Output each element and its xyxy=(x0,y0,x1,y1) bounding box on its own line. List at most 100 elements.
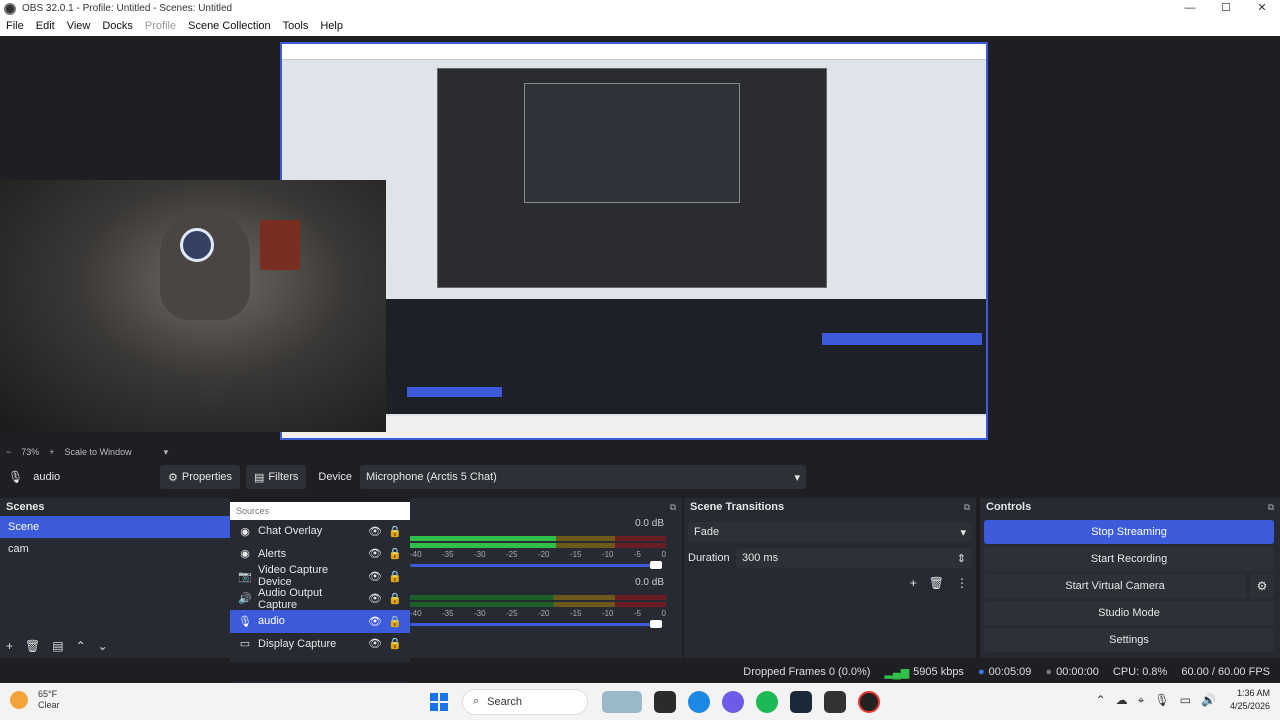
device-select[interactable]: Microphone (Arctis 5 Chat) ▾ xyxy=(360,465,806,489)
wall-poster xyxy=(260,220,300,270)
cloud-icon[interactable]: ☁ xyxy=(1116,693,1128,707)
preview-zoom-bar: − 73% + Scale to Window ▾ xyxy=(0,444,1280,460)
move-scene-up-button[interactable]: ⌃ xyxy=(76,639,86,653)
lock-icon[interactable]: 🔒 xyxy=(388,615,402,628)
menu-tools[interactable]: Tools xyxy=(277,17,315,36)
close-button[interactable]: ✕ xyxy=(1244,0,1280,17)
scene-item[interactable]: Scene xyxy=(0,516,230,538)
zoom-in-button[interactable]: + xyxy=(49,447,54,457)
record-time-status: ● 00:00:00 xyxy=(1045,666,1098,678)
maximize-button[interactable]: ☐ xyxy=(1208,0,1244,17)
microphone-icon[interactable]: 🎙 xyxy=(1154,693,1169,707)
source-item-audio[interactable]: 🎙 audio 👁 🔒 xyxy=(230,610,410,633)
visibility-eye-icon[interactable]: 👁 xyxy=(368,592,382,605)
edge-browser-icon[interactable] xyxy=(688,690,710,713)
add-scene-button[interactable]: + xyxy=(6,639,13,653)
chevron-up-icon[interactable]: ⌃ xyxy=(1096,693,1106,707)
chevron-down-icon[interactable]: ▾ xyxy=(164,447,169,458)
visibility-eye-icon[interactable]: 👁 xyxy=(368,637,382,650)
bitrate-status: ▂▄▆ 5905 kbps xyxy=(884,666,963,679)
scenes-toolbar: + 🗑 ▤ ⌃ ⌄ xyxy=(0,636,120,656)
menu-help[interactable]: Help xyxy=(314,17,349,36)
undock-icon[interactable]: ⧉ xyxy=(1268,502,1274,513)
lock-icon[interactable]: 🔒 xyxy=(388,592,402,605)
add-transition-button[interactable]: + xyxy=(910,576,917,590)
zoom-out-button[interactable]: − xyxy=(6,447,11,457)
move-scene-down-button[interactable]: ⌄ xyxy=(98,639,108,653)
volume-icon[interactable]: 🔊 xyxy=(1201,693,1216,707)
minimize-button[interactable]: — xyxy=(1172,0,1208,17)
file-explorer-icon[interactable] xyxy=(654,690,676,713)
record-time: 00:00:00 xyxy=(1056,666,1099,678)
settings-button[interactable]: Settings xyxy=(984,628,1274,652)
menu-edit[interactable]: Edit xyxy=(30,17,61,36)
menu-view[interactable]: View xyxy=(61,17,97,36)
airplane-widget-icon[interactable] xyxy=(602,690,642,713)
bitrate-value: 5905 kbps xyxy=(913,666,964,678)
windows-start-icon[interactable] xyxy=(430,692,448,711)
duration-spinbox[interactable]: 300 ms ⇕ xyxy=(736,548,972,568)
volume-slider[interactable] xyxy=(410,564,656,567)
source-item-video-capture[interactable]: 📷 Video Capture Device 👁 🔒 xyxy=(230,564,410,588)
scene-filters-button[interactable]: ▤ xyxy=(52,639,63,653)
volume-slider[interactable] xyxy=(410,623,656,626)
steam-icon[interactable] xyxy=(790,690,812,713)
person-head xyxy=(160,210,250,320)
nested-docks xyxy=(282,299,986,414)
location-icon[interactable]: ⌖ xyxy=(1138,693,1145,708)
stop-streaming-button[interactable]: Stop Streaming xyxy=(984,520,1274,544)
meter-scale: -40 -35 -30 -25 -20 -15 -10 -5 0 xyxy=(410,609,666,618)
visibility-eye-icon[interactable]: 👁 xyxy=(368,525,382,538)
epic-games-icon[interactable] xyxy=(824,690,846,713)
lock-icon[interactable]: 🔒 xyxy=(388,525,402,538)
studio-mode-button[interactable]: Studio Mode xyxy=(984,601,1274,625)
start-virtual-camera-button[interactable]: Start Virtual Camera xyxy=(984,574,1246,598)
program-preview[interactable] xyxy=(280,42,988,440)
lock-icon[interactable]: 🔒 xyxy=(388,570,402,583)
menu-docks[interactable]: Docks xyxy=(96,17,139,36)
remove-transition-button[interactable]: 🗑 xyxy=(929,576,944,590)
scene-item[interactable]: cam xyxy=(0,538,230,560)
properties-button[interactable]: ⚙ Properties xyxy=(160,465,241,489)
lock-icon[interactable]: 🔒 xyxy=(388,547,402,560)
source-item-audio-output[interactable]: 🔊 Audio Output Capture 👁 🔒 xyxy=(230,587,410,611)
remove-scene-button[interactable]: 🗑 xyxy=(25,639,40,653)
taskbar-search[interactable]: ⌕ Search xyxy=(462,688,588,715)
visibility-eye-icon[interactable]: 👁 xyxy=(368,615,382,628)
visibility-eye-icon[interactable]: 👁 xyxy=(368,547,382,560)
lock-icon[interactable]: 🔒 xyxy=(388,637,402,650)
volume-slider-handle[interactable] xyxy=(650,561,662,569)
source-item-chat-overlay[interactable]: ◉ Chat Overlay 👁 🔒 xyxy=(230,520,410,543)
transition-select[interactable]: Fade ▾ xyxy=(688,522,972,542)
controls-header: Controls ⧉ xyxy=(980,498,1280,516)
visibility-eye-icon[interactable]: 👁 xyxy=(368,570,382,583)
scene-transitions-dock: Scene Transitions ⧉ Fade ▾ Duration 300 … xyxy=(684,498,976,658)
volume-slider-handle[interactable] xyxy=(650,620,662,628)
webcam-feed xyxy=(0,180,386,432)
undock-icon[interactable]: ⧉ xyxy=(670,502,676,513)
weather-widget[interactable]: 65°F Clear xyxy=(10,689,60,711)
monitor-icon: ▭ xyxy=(239,638,251,651)
clock[interactable]: 1:36 AM 4/25/2026 xyxy=(1230,687,1270,713)
source-item-alerts[interactable]: ◉ Alerts 👁 🔒 xyxy=(230,543,410,566)
start-recording-button[interactable]: Start Recording xyxy=(984,547,1274,571)
transition-menu-button[interactable]: ⋮ xyxy=(956,576,968,590)
nested-selected-source xyxy=(407,387,502,397)
meter-tick-label: -10 xyxy=(601,550,614,559)
meter-tick-label: -35 xyxy=(441,550,454,559)
spin-arrows-icon[interactable]: ⇕ xyxy=(957,552,966,565)
discord-icon[interactable] xyxy=(722,690,744,713)
spotify-icon[interactable] xyxy=(756,690,778,713)
menu-profile[interactable]: Profile xyxy=(139,17,182,36)
menu-scene-collection[interactable]: Scene Collection xyxy=(182,17,277,36)
window-controls: — ☐ ✕ xyxy=(1172,0,1280,17)
virtual-camera-settings-gear-icon[interactable]: ⚙ xyxy=(1250,574,1274,598)
network-icon[interactable]: ▭ xyxy=(1180,693,1191,707)
obs-taskbar-icon[interactable] xyxy=(858,690,880,713)
source-item-display-capture[interactable]: ▭ Display Capture 👁 🔒 xyxy=(230,633,410,656)
menu-file[interactable]: File xyxy=(0,17,30,36)
clock-time: 1:36 AM xyxy=(1236,688,1270,698)
scale-mode-label[interactable]: Scale to Window xyxy=(65,447,132,457)
undock-icon[interactable]: ⧉ xyxy=(964,502,970,513)
filters-button[interactable]: ▤ Filters xyxy=(246,465,307,489)
